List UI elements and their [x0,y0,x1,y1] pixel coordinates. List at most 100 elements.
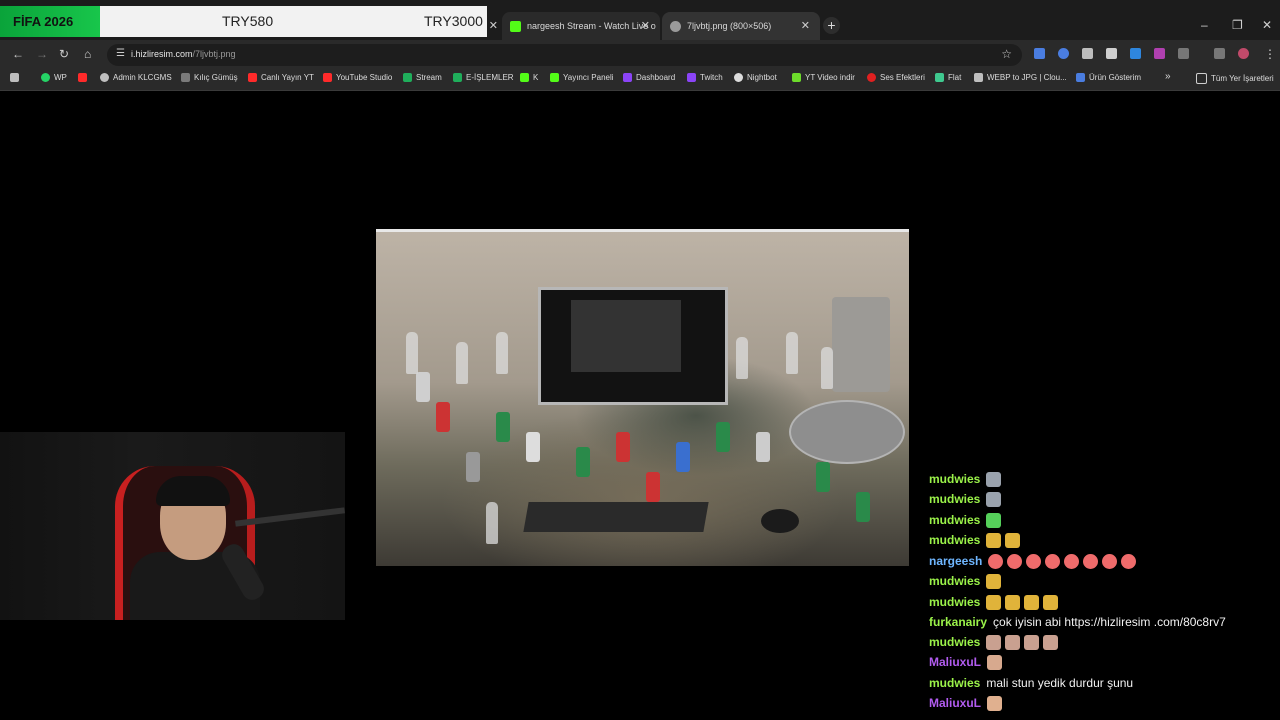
chat-emote-icon [1005,634,1021,650]
bookmark-flat[interactable]: Flat [935,73,961,82]
bookmark-e-islemler[interactable]: E-İŞLEMLER [453,73,514,82]
url-text[interactable]: i.hizliresim.com/7ljvbtj.png [131,49,236,59]
chat-emote-icon [986,594,1002,610]
flat-icon [935,73,944,82]
chat-emote-icon [1024,634,1040,650]
bookmarks-bar: WP Admin KLCGMS Kılıç Gümüş Canlı Yayın … [0,69,1280,91]
bookmark-twitch[interactable]: Twitch [687,73,723,82]
extensions-puzzle-icon[interactable] [1178,48,1189,59]
chat-username[interactable]: MaliuxuL [929,655,981,669]
restore-icon[interactable]: ❐ [1232,18,1243,32]
audio-extension-icon[interactable] [1058,48,1069,59]
chat-username[interactable]: mudwies [929,595,980,609]
bookmark-webp-to-jpg[interactable]: WEBP to JPG | Clou... [974,73,1067,82]
bookmark-kilic[interactable]: Kılıç Gümüş [181,73,238,82]
streamer-hair [156,476,230,506]
banner-price-large: TRY3000 [424,13,483,29]
translate-extension-icon[interactable] [1034,48,1045,59]
menu-kebab-icon[interactable]: ⋮ [1264,47,1276,61]
download-extension-icon[interactable] [1130,48,1141,59]
chat-emote-icon [988,553,1004,569]
bookmark-stream[interactable]: Stream [403,73,442,82]
folder-icon [1196,73,1207,84]
chat-emote-icon [987,654,1003,670]
kick-icon [520,73,529,82]
window-close-icon[interactable]: ✕ [1262,18,1272,32]
camera-extension-icon[interactable] [1106,48,1117,59]
shield-extension-icon[interactable] [1082,48,1093,59]
chat-message: mudwies [929,572,1005,590]
bookmark-canli-yayin[interactable]: Canlı Yayın YT [248,73,314,82]
chat-emote-icon [1026,553,1042,569]
chat-username[interactable]: nargeesh [929,554,982,568]
tab-image[interactable]: 7ljvbtj.png (800×506) ✕ [662,12,820,40]
chat-username[interactable]: mudwies [929,574,980,588]
bookmark-dashboard[interactable]: Dashboard [623,73,675,82]
chat-username[interactable]: mudwies [929,635,980,649]
chat-emote-icon [1102,553,1118,569]
bookmark-nightbot[interactable]: Nightbot [734,73,777,82]
chat-message: mudwies [929,490,1005,508]
address-bar[interactable]: ☰ i.hizliresim.com/7ljvbtj.png ☆ [107,44,1022,66]
close-icon[interactable]: ✕ [801,19,810,32]
bookmark-urun-gosterim[interactable]: Ürün Gösterim [1076,73,1141,82]
chat-username[interactable]: mudwies [929,513,980,527]
bookmark-k[interactable]: K [520,73,538,82]
color-extension-icon[interactable] [1154,48,1165,59]
globe-icon [100,73,109,82]
bookmark-yt-video-indir[interactable]: YT Video indir [792,73,855,82]
twitch-icon [687,73,696,82]
media-queue-icon[interactable] [1214,48,1225,59]
back-icon[interactable]: ← [12,47,24,61]
chat-username[interactable]: mudwies [929,492,980,506]
image-water-cooler [832,297,890,392]
all-bookmarks-folder[interactable]: Tüm Yer İşaretleri [1196,73,1274,84]
bookmark-admin[interactable]: Admin KLCGMS [100,73,172,82]
chat-username[interactable]: mudwies [929,676,980,690]
minimize-icon[interactable]: – [1201,18,1208,32]
chat-username[interactable]: MaliuxuL [929,696,981,710]
bookmarks-overflow-chevron-icon[interactable]: » [1165,71,1171,82]
image-keyboard [523,502,709,532]
chat-emote-icon [1005,594,1021,610]
chat-message: furkanairy çok iyisin abi https://hizlire… [929,613,1226,631]
streamer-webcam [0,432,345,620]
chat-emote-icon [986,491,1002,507]
bookmark-youtube[interactable] [78,73,91,82]
profile-avatar-icon[interactable] [1238,48,1249,59]
close-icon[interactable]: ✕ [641,19,650,32]
hidden-tab-close[interactable]: ✕ [488,12,498,40]
image-monitor [538,287,728,405]
twitch-icon [623,73,632,82]
browser-tab-strip: FİFA 2026 TRY580 TRY3000 ✕ nargeesh Stre… [0,0,1280,40]
youtube-icon [248,73,257,82]
chat-emote-icon [1007,553,1023,569]
new-tab-button[interactable]: + [823,17,840,34]
forward-icon[interactable]: → [36,47,48,61]
chat-emote-icon [1045,553,1061,569]
chat-username[interactable]: mudwies [929,472,980,486]
reload-icon[interactable]: ↻ [59,47,69,61]
chat-username[interactable]: furkanairy [929,615,987,629]
chat-emote-icon [986,512,1002,528]
chat-username[interactable]: mudwies [929,533,980,547]
bookmark-star-icon[interactable]: ☆ [1001,47,1012,61]
globe-icon [670,20,681,32]
tab-title: 7ljvbtj.png (800×506) [687,21,772,31]
bookmark-ses-efektleri[interactable]: Ses Efektleri [867,73,925,82]
site-info-icon[interactable]: ☰ [116,48,125,59]
chat-emote-icon [986,532,1002,548]
apps-grid-icon[interactable] [10,73,23,82]
bookmark-wp[interactable]: WP [41,73,67,82]
bookmark-yayinci-paneli[interactable]: Yayıncı Paneli [550,73,614,82]
home-icon[interactable]: ⌂ [84,47,91,61]
bookmark-youtube-studio[interactable]: YouTube Studio [323,73,392,82]
tab-kick-stream[interactable]: nargeesh Stream - Watch Live o ✕ [502,12,660,40]
cloud-icon [974,73,983,82]
chat-emote-icon [986,634,1002,650]
chat-emote-icon [1083,553,1099,569]
chat-emote-icon [1121,553,1137,569]
chat-message: nargeesh [929,552,1140,570]
navigation-toolbar: ← → ↻ ⌂ ☰ i.hizliresim.com/7ljvbtj.png ☆… [0,40,1280,69]
close-icon[interactable]: ✕ [489,19,498,32]
